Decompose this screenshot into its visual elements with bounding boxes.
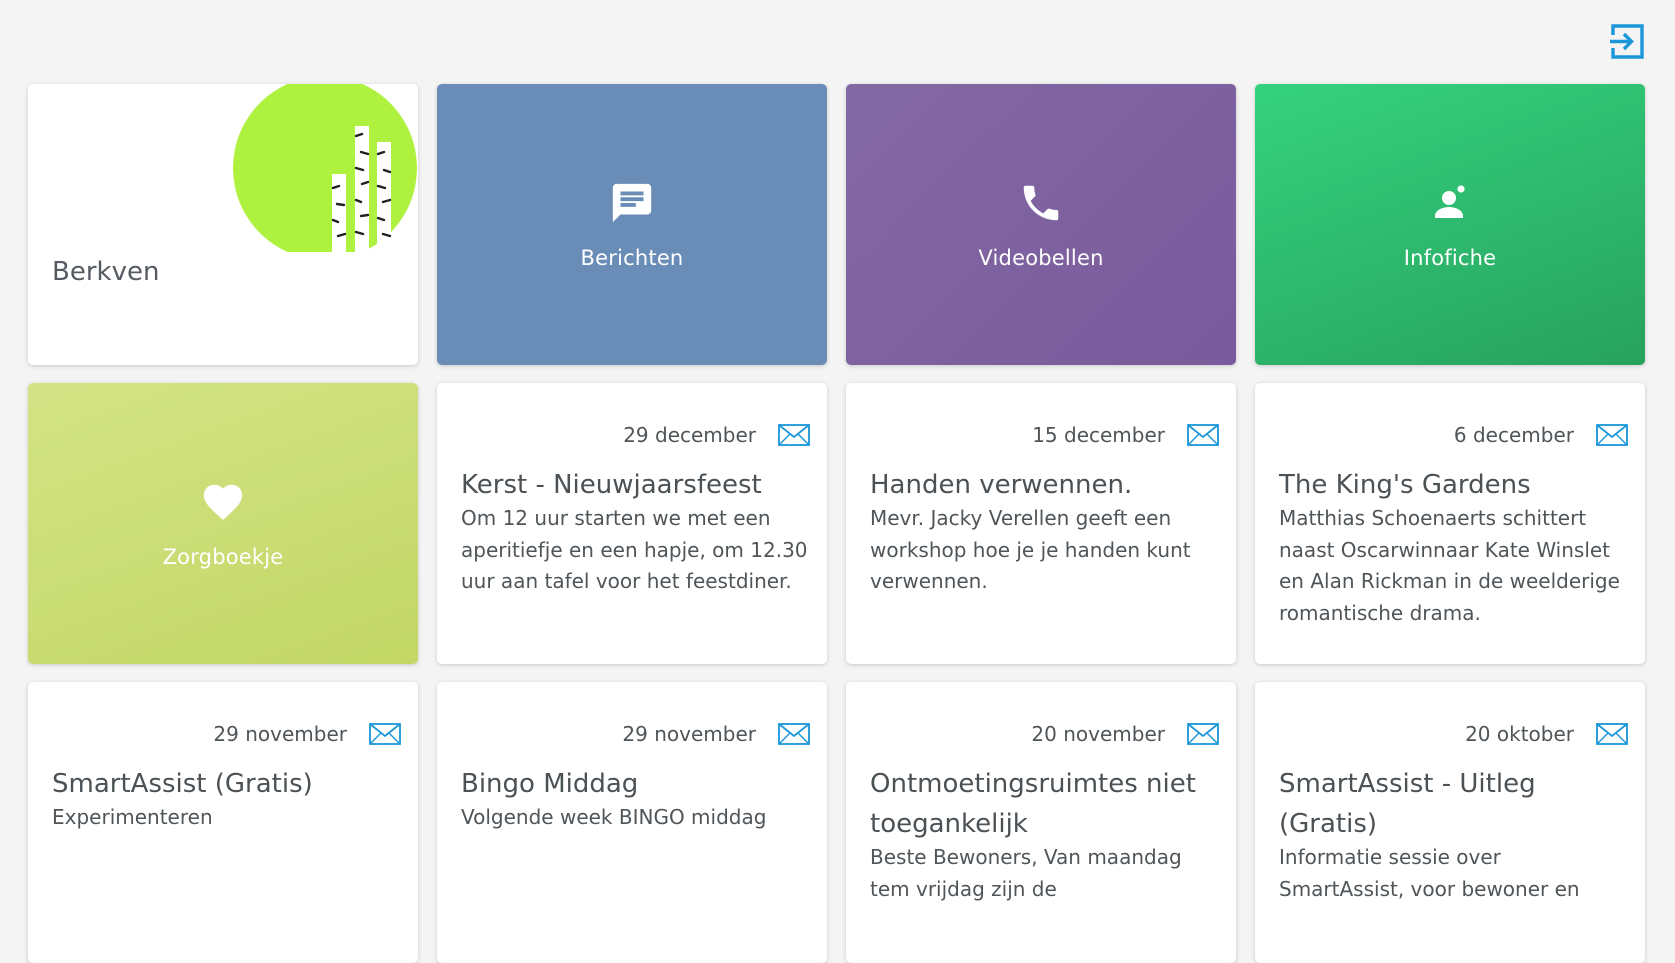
- message-title: The King's Gardens: [1279, 470, 1531, 500]
- zorgboekje-tile[interactable]: Zorgboekje: [28, 383, 418, 664]
- envelope-icon: [778, 424, 810, 446]
- dashboard-grid: Berkven Berichten Videobellen Infofiche …: [28, 84, 1645, 963]
- berkven-logo: [233, 84, 417, 252]
- message-title: SmartAssist (Gratis): [52, 769, 313, 799]
- message-date: 20 november: [1031, 722, 1165, 746]
- berichten-tile[interactable]: Berichten: [437, 84, 827, 365]
- brand-tile: Berkven: [28, 84, 418, 365]
- phone-icon: [1018, 180, 1064, 226]
- message-title: Kerst - Nieuwjaarsfeest: [461, 470, 762, 500]
- berichten-label: Berichten: [580, 245, 684, 270]
- message-body: Experimenteren: [52, 805, 213, 829]
- message-body: Beste Bewoners, Van maandag tem vrijdag …: [870, 845, 1182, 901]
- heart-icon: [200, 479, 246, 525]
- logout-button[interactable]: [1609, 23, 1646, 60]
- message-date: 29 november: [622, 722, 756, 746]
- infofiche-label: Infofiche: [1403, 245, 1497, 270]
- envelope-icon: [1596, 424, 1628, 446]
- message-body: Volgende week BINGO middag: [461, 805, 767, 829]
- message-date: 15 december: [1032, 423, 1165, 447]
- message-card[interactable]: 6 december The King's Gardens Matthias S…: [1255, 383, 1645, 664]
- envelope-icon: [778, 723, 810, 745]
- envelope-icon: [1187, 723, 1219, 745]
- message-card[interactable]: 29 november Bingo Middag Volgende week B…: [437, 682, 827, 963]
- message-card[interactable]: 29 december Kerst - Nieuwjaarsfeest Om 1…: [437, 383, 827, 664]
- message-title: Ontmoetingsruimtes niet toegankelijk: [870, 769, 1196, 839]
- message-card[interactable]: 15 december Handen verwennen. Mevr. Jack…: [846, 383, 1236, 664]
- videobellen-label: Videobellen: [978, 245, 1104, 270]
- message-card[interactable]: 20 november Ontmoetingsruimtes niet toeg…: [846, 682, 1236, 963]
- message-card[interactable]: 20 oktober SmartAssist - Uitleg (Gratis)…: [1255, 682, 1645, 963]
- message-body: Mevr. Jacky Verellen geeft een workshop …: [870, 506, 1191, 593]
- videobellen-tile[interactable]: Videobellen: [846, 84, 1236, 365]
- message-title: Bingo Middag: [461, 769, 639, 799]
- message-date: 20 oktober: [1465, 722, 1574, 746]
- message-body: Informatie sessie over SmartAssist, voor…: [1279, 845, 1580, 901]
- message-date: 29 december: [623, 423, 756, 447]
- infofiche-tile[interactable]: Infofiche: [1255, 84, 1645, 365]
- envelope-icon: [1596, 723, 1628, 745]
- message-date: 29 november: [213, 722, 347, 746]
- brand-name: Berkven: [52, 257, 160, 287]
- chat-icon: [609, 180, 655, 226]
- message-date: 6 december: [1453, 423, 1574, 447]
- envelope-icon: [369, 723, 401, 745]
- message-body: Om 12 uur starten we met een aperitiefje…: [461, 506, 808, 593]
- message-title: SmartAssist - Uitleg (Gratis): [1279, 769, 1536, 839]
- message-title: Handen verwennen.: [870, 470, 1133, 500]
- logout-icon: [1610, 24, 1644, 59]
- envelope-icon: [1187, 424, 1219, 446]
- message-card[interactable]: 29 november SmartAssist (Gratis) Experim…: [28, 682, 418, 963]
- person-icon: [1427, 180, 1473, 226]
- message-body: Matthias Schoenaerts schittert naast Osc…: [1279, 506, 1620, 625]
- zorgboekje-label: Zorgboekje: [162, 544, 284, 569]
